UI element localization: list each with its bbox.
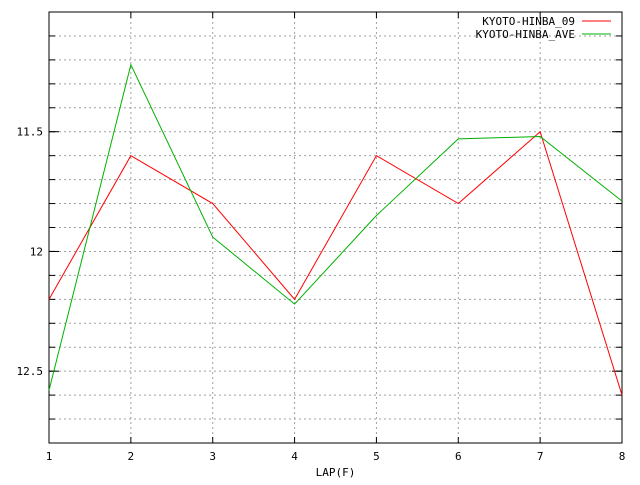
x-tick-label: 8 (619, 450, 626, 463)
y-tick-label: 11.5 (17, 126, 44, 139)
y-tick-label: 12.5 (17, 365, 44, 378)
series-line-1 (48, 130, 623, 396)
x-tick-label: 1 (46, 450, 53, 463)
x-tick-label: 2 (128, 450, 135, 463)
x-tick-label: 6 (455, 450, 462, 463)
y-tick-label: 12 (30, 245, 43, 258)
legend-label: KYOTO-HINBA_09 (482, 15, 575, 28)
x-tick-label: 5 (373, 450, 380, 463)
x-tick-label: 3 (209, 450, 216, 463)
x-tick-label: 7 (537, 450, 544, 463)
legend-label: KYOTO-HINBA_AVE (476, 28, 575, 41)
x-tick-label: 4 (291, 450, 298, 463)
chart-svg: 1 2 3 4 5 6 7 811.51212.5 LAP(F) KYOTO-HINBA_09… (17, 11, 626, 479)
x-axis-label: LAP(F) (316, 466, 356, 479)
series-lines (48, 63, 623, 396)
line-chart: 1 2 3 4 5 6 7 8 11.5 12 12.5 LAP(F) KYOTO-HINBA_09… (0, 0, 640, 480)
legend: KYOTO-HINBA_09KYOTO-HINBA_AVE (476, 15, 611, 41)
